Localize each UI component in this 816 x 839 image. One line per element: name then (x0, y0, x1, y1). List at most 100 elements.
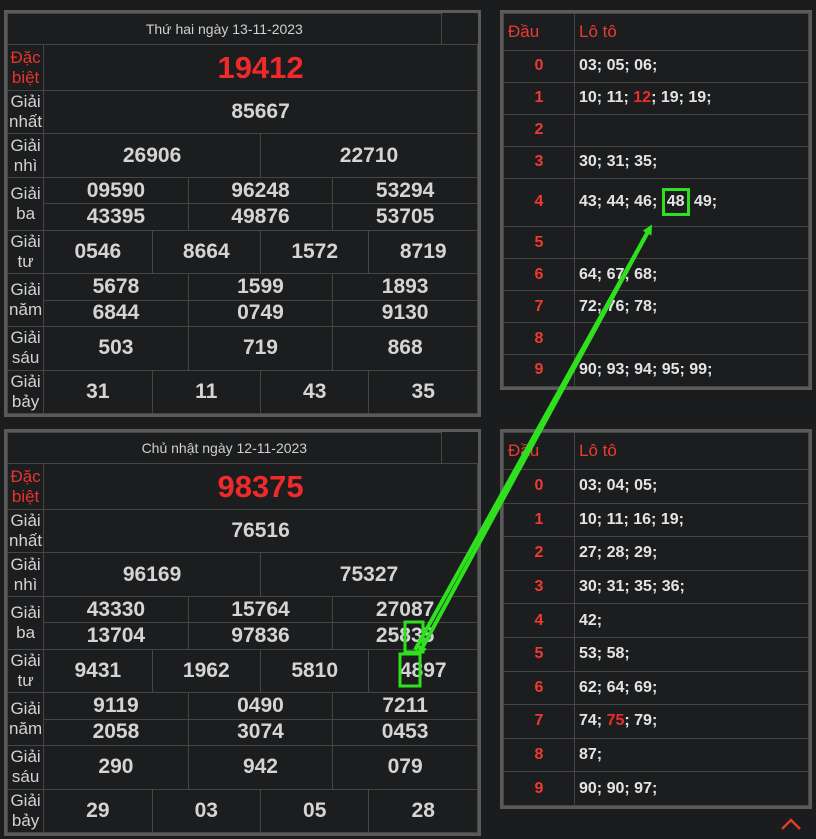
loto-header-dau: Đầu (503, 432, 575, 470)
sixth-prize-value: 079 (332, 745, 478, 790)
fifth-prize-value: 5678 (43, 273, 189, 301)
seventh-prize-value: 43 (259, 369, 370, 414)
sixth-prize-value: 503 (43, 326, 189, 371)
special-prize-label: Đặc biệt (6, 44, 45, 91)
loto-head: 2 (503, 113, 575, 147)
sixth-prize-label: Giải sáu (6, 745, 45, 790)
seventh-prize-label: Giải bảy (6, 788, 45, 833)
loto-values: 30; 31; 35; (574, 145, 809, 179)
third-prize-value: 43330 (43, 595, 189, 624)
chevron-up-icon[interactable] (780, 817, 802, 831)
third-prize-value: 96248 (187, 176, 334, 205)
loto-values: 53; 58; (574, 636, 809, 672)
third-prize-value: 53705 (332, 203, 478, 231)
seventh-prize-value: 05 (259, 788, 370, 833)
seventh-prize-value: 03 (151, 788, 261, 833)
loto-values: 74; 75; 79; (574, 704, 809, 739)
loto-head: 0 (503, 50, 575, 83)
loto-header-loto: Lô tô (574, 13, 809, 51)
loto-values (574, 226, 809, 260)
seventh-prize-value: 29 (43, 788, 153, 833)
second-prize-value: 26906 (43, 133, 261, 178)
third-prize-value: 09590 (43, 176, 189, 205)
loto-values: 43; 44; 46; 48 49; (574, 177, 809, 228)
fourth-prize-value: 9431 (43, 648, 153, 694)
loto-head: 6 (503, 670, 575, 706)
loto-head: 9 (503, 771, 575, 806)
results-panel-bottom: Chủ nhật ngày 12-11-2023 Đặc biệt 98375 … (4, 429, 481, 836)
fourth-prize-value: 1962 (151, 648, 261, 694)
loto-values: 10; 11; 16; 19; (574, 502, 809, 538)
second-prize-value: 22710 (259, 133, 479, 178)
fourth-prize-value: 0546 (43, 229, 153, 275)
results-panel-top: Thứ hai ngày 13-11-2023 Đặc biệt 19412 G… (4, 10, 481, 417)
loto-head: 1 (503, 81, 575, 115)
loto-head: 4 (503, 603, 575, 638)
loto-values: 64; 67; 68; (574, 258, 809, 292)
fifth-prize-value: 1599 (187, 273, 334, 301)
loto-values: 30; 31; 35; 36; (574, 569, 809, 605)
sixth-prize-value: 719 (187, 326, 334, 371)
fourth-prize-label: Giải tư (6, 229, 45, 275)
highlighted-number-box: 48 (661, 188, 690, 217)
special-prize-value: 98375 (43, 463, 478, 510)
loto-text: 10; 11; (579, 89, 634, 107)
fifth-prize-value: 1893 (332, 273, 478, 301)
loto-head: 5 (503, 226, 575, 260)
loto-values: 03; 04; 05; (574, 469, 809, 504)
loto-head: 5 (503, 636, 575, 672)
loto-values: 90; 93; 94; 95; 99; (574, 353, 809, 388)
loto-values: 03; 05; 06; (574, 50, 809, 83)
third-prize-value: 25835 (332, 622, 478, 650)
loto-text: 49; (693, 193, 718, 211)
fourth-prize-value: 1572 (259, 229, 370, 275)
loto-head: 3 (503, 569, 575, 605)
fifth-prize-value: 2058 (43, 718, 189, 747)
loto-header-loto: Lô tô (574, 432, 809, 470)
loto-head: 6 (503, 258, 575, 292)
third-prize-label: Giải ba (6, 595, 45, 650)
loto-header-dau: Đầu (503, 13, 575, 51)
sixth-prize-label: Giải sáu (6, 326, 45, 371)
loto-head: 9 (503, 353, 575, 388)
results-date-title: Chủ nhật ngày 12-11-2023 (7, 432, 442, 464)
loto-values: 42; (574, 603, 809, 638)
first-prize-label: Giải nhất (6, 89, 45, 135)
first-prize-value: 76516 (43, 508, 478, 554)
fifth-prize-value: 9130 (332, 299, 478, 328)
fifth-prize-value: 0490 (187, 692, 334, 720)
seventh-prize-value: 31 (43, 369, 153, 414)
loto-values: 87; (574, 737, 809, 773)
sixth-prize-value: 942 (187, 745, 334, 790)
loto-values: 62; 64; 69; (574, 670, 809, 706)
fourth-prize-label: Giải tư (6, 648, 45, 694)
sixth-prize-value: 868 (332, 326, 478, 371)
sixth-prize-value: 290 (43, 745, 189, 790)
third-prize-value: 15764 (187, 595, 334, 624)
loto-panel-bottom: Đầu Lô tô 0 03; 04; 05; 1 10; 11; 16; 19… (500, 429, 812, 809)
second-prize-value: 75327 (259, 552, 479, 597)
loto-head: 0 (503, 469, 575, 504)
fourth-prize-value: 5810 (259, 648, 370, 694)
seventh-prize-value: 35 (368, 369, 478, 414)
loto-values (574, 322, 809, 355)
fourth-prize-value: 4897 (368, 648, 478, 694)
loto-values: 27; 28; 29; (574, 536, 809, 571)
fifth-prize-label: Giải năm (6, 273, 45, 328)
third-prize-value: 53294 (332, 176, 478, 205)
second-prize-label: Giải nhì (6, 133, 45, 178)
loto-head: 7 (503, 290, 575, 324)
fifth-prize-value: 0749 (187, 299, 334, 328)
third-prize-value: 43395 (43, 203, 189, 231)
loto-head: 4 (503, 177, 575, 228)
loto-text: 43; 44; 46; (579, 193, 658, 211)
fifth-prize-label: Giải năm (6, 692, 45, 747)
second-prize-value: 96169 (43, 552, 261, 597)
loto-head: 2 (503, 536, 575, 571)
loto-head: 8 (503, 322, 575, 355)
third-prize-value: 97836 (187, 622, 334, 650)
special-prize-value: 19412 (43, 44, 478, 91)
seventh-prize-value: 11 (151, 369, 261, 414)
first-prize-value: 85667 (43, 89, 478, 135)
fourth-prize-value: 8719 (368, 229, 478, 275)
